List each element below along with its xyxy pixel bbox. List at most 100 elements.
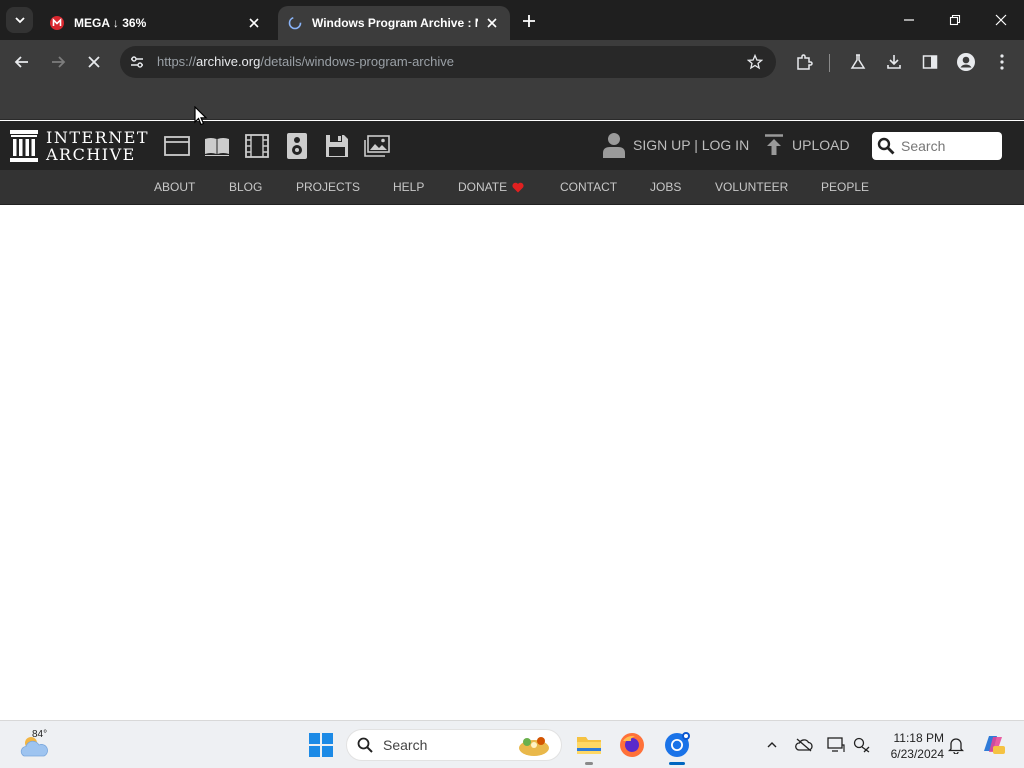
- nav-about[interactable]: ABOUT: [154, 180, 195, 194]
- clock-time: 11:18 PM: [893, 731, 944, 745]
- side-panel-icon: [922, 55, 938, 69]
- tune-icon: [131, 56, 143, 68]
- close-tab-button[interactable]: [246, 15, 262, 31]
- tab-windows-program-archive[interactable]: Windows Program Archive : NI: [278, 6, 510, 40]
- search-icon: [357, 737, 373, 753]
- chevron-down-icon: [14, 17, 25, 24]
- tray-notifications[interactable]: [946, 735, 966, 755]
- taskbar-clock[interactable]: 11:18 PM 6/23/2024: [878, 730, 944, 762]
- network-icon: [853, 737, 870, 753]
- nav-volunteer[interactable]: VOLUNTEER: [715, 180, 788, 194]
- close-icon: [88, 56, 100, 68]
- minimize-icon: [904, 19, 914, 21]
- tray-network[interactable]: [852, 735, 872, 755]
- upload-icon: [765, 134, 783, 155]
- address-bar[interactable]: https://archive.org/details/windows-prog…: [120, 46, 776, 78]
- weather-temperature: 84°: [32, 729, 48, 740]
- chrome-menu-button[interactable]: [992, 52, 1012, 72]
- close-icon: [995, 14, 1007, 26]
- taskbar-search-label: Search: [383, 737, 428, 753]
- arrow-right-icon: [52, 56, 66, 68]
- url-host: archive.org: [196, 54, 261, 69]
- labs-button[interactable]: [848, 52, 868, 72]
- site-info-button[interactable]: [128, 53, 146, 71]
- downloads-button[interactable]: [884, 52, 904, 72]
- texts-icon[interactable]: [203, 132, 231, 160]
- forward-button[interactable]: [46, 50, 70, 74]
- upload-label[interactable]: UPLOAD: [792, 137, 850, 153]
- plus-icon: [523, 15, 535, 27]
- kebab-menu-icon: [1000, 54, 1004, 70]
- side-panel-button[interactable]: [920, 52, 940, 72]
- close-tab-button[interactable]: [484, 15, 500, 31]
- loading-globe-icon: [288, 16, 302, 30]
- arrow-left-icon: [14, 56, 28, 68]
- ia-logo-text: INTERNET ARCHIVE: [46, 129, 149, 163]
- tray-display[interactable]: [826, 735, 846, 755]
- taskbar-search-box[interactable]: Search: [346, 729, 562, 761]
- nav-help[interactable]: HELP: [393, 180, 424, 194]
- windows-taskbar: 84° Search 11:18 PM 6/23/2024: [0, 720, 1024, 768]
- ia-search-input[interactable]: [901, 138, 997, 154]
- flask-icon: [850, 54, 866, 69]
- folder-icon: [577, 737, 601, 754]
- ia-top-nav: INTERNET ARCHIVE SIGN UP | LOG IN UPLOAD: [0, 121, 1024, 170]
- mouse-cursor-icon: [194, 106, 208, 126]
- tray-onedrive[interactable]: [794, 735, 814, 755]
- browser-toolbar: https://archive.org/details/windows-prog…: [0, 40, 1024, 84]
- nav-projects[interactable]: PROJECTS: [296, 180, 360, 194]
- taskbar-firefox[interactable]: [618, 731, 646, 759]
- video-icon[interactable]: [243, 132, 271, 160]
- logo-line-1: INTERNET: [46, 128, 150, 147]
- show-hidden-icons-button[interactable]: [762, 735, 782, 755]
- images-icon[interactable]: [363, 132, 391, 160]
- ia-search-box[interactable]: [872, 132, 1002, 160]
- auth-text[interactable]: SIGN UP | LOG IN: [633, 137, 749, 153]
- clock-date: 6/23/2024: [890, 747, 944, 761]
- ia-logo[interactable]: INTERNET ARCHIVE: [10, 129, 149, 163]
- new-tab-button[interactable]: [518, 10, 540, 32]
- profile-button[interactable]: [956, 52, 976, 72]
- close-icon: [487, 18, 497, 28]
- restore-button[interactable]: [938, 5, 972, 35]
- sign-up-login-link[interactable]: SIGN UP | LOG IN: [603, 132, 749, 158]
- search-highlight-icon: [519, 737, 549, 756]
- tab-title: MEGA ↓ 36%: [74, 16, 147, 30]
- taskbar-chrome-beta[interactable]: [663, 731, 691, 765]
- toolbar-divider: [829, 54, 830, 72]
- url-text[interactable]: https://archive.org/details/windows-prog…: [157, 54, 454, 69]
- software-icon[interactable]: [323, 132, 351, 160]
- restore-icon: [949, 14, 961, 26]
- bookmark-star-button[interactable]: [746, 53, 764, 71]
- close-window-button[interactable]: [984, 5, 1018, 35]
- firefox-icon: [620, 733, 644, 757]
- nav-jobs[interactable]: JOBS: [650, 180, 681, 194]
- avatar-icon: [957, 53, 975, 71]
- nav-people[interactable]: PEOPLE: [821, 180, 869, 194]
- tab-search-button[interactable]: [6, 7, 33, 33]
- chrome-beta-icon: [665, 732, 690, 757]
- stop-loading-button[interactable]: [82, 50, 106, 74]
- ia-secondary-nav: ABOUT BLOG PROJECTS HELP DONATE CONTACT …: [0, 170, 1024, 205]
- user-icon: [603, 133, 625, 158]
- page-content-area: [0, 205, 1024, 720]
- tray-copilot[interactable]: [980, 731, 1006, 757]
- url-scheme: https://: [157, 54, 197, 69]
- back-button[interactable]: [10, 50, 34, 74]
- audio-icon[interactable]: [283, 132, 311, 160]
- nav-contact[interactable]: CONTACT: [560, 180, 617, 194]
- taskbar-file-explorer[interactable]: [575, 731, 603, 765]
- minimize-button[interactable]: [892, 5, 926, 35]
- extensions-button[interactable]: [794, 52, 814, 72]
- tab-mega[interactable]: MEGA ↓ 36%: [40, 6, 272, 40]
- nav-donate[interactable]: DONATE: [458, 180, 507, 194]
- puzzle-icon: [797, 54, 813, 70]
- close-icon: [249, 18, 259, 28]
- search-icon: [877, 137, 895, 155]
- copilot-icon: [984, 736, 1005, 754]
- nav-blog[interactable]: BLOG: [229, 180, 262, 194]
- web-icon[interactable]: [163, 132, 191, 160]
- upload-link[interactable]: UPLOAD: [764, 134, 850, 156]
- monitor-icon: [827, 737, 845, 752]
- windows-start-icon[interactable]: [309, 733, 333, 757]
